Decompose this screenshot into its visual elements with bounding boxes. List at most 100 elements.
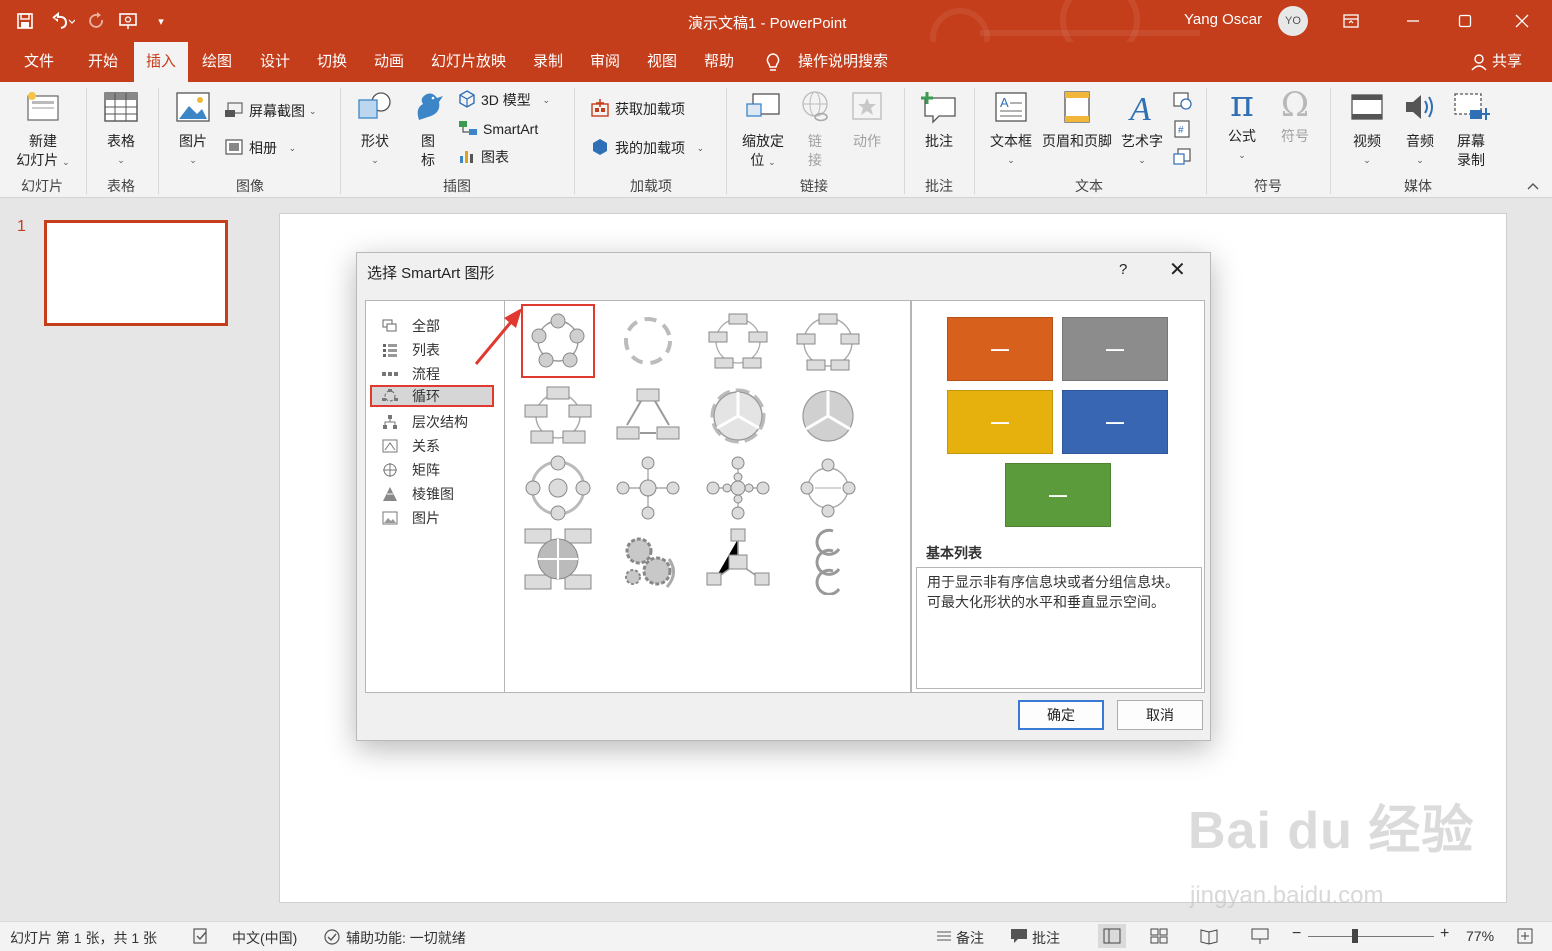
close-icon[interactable] [1494, 0, 1550, 42]
new-slide-button[interactable]: 新建 幻灯片 ⌄ [12, 90, 74, 172]
new-comment-button[interactable]: 批注 [914, 90, 964, 151]
minimize-icon[interactable] [1385, 0, 1441, 42]
tell-me-search[interactable]: 操作说明搜索 [786, 42, 900, 82]
my-addins-button[interactable]: 我的加载项 ⌄ [590, 137, 704, 159]
textbox-button[interactable]: A 文本框 ⌄ [984, 90, 1038, 170]
tab-slideshow[interactable]: 幻灯片放映 [419, 42, 518, 82]
zoom-slider[interactable] [1308, 936, 1434, 937]
album-button[interactable]: 相册 ⌄ [224, 137, 296, 159]
window-title: 演示文稿1 - PowerPoint [688, 15, 847, 32]
normal-view-icon[interactable] [1098, 924, 1126, 948]
ok-button[interactable]: 确定 [1018, 700, 1104, 730]
3d-models-button[interactable]: 3D 模型 ⌄ [458, 89, 550, 111]
zoom-level[interactable]: 77% [1466, 928, 1494, 944]
category-process[interactable]: 流程 [382, 363, 440, 385]
equation-button[interactable]: π 公式 ⌄ [1218, 86, 1266, 165]
screen-recording-button[interactable]: 屏幕 录制 [1448, 90, 1494, 170]
audio-button[interactable]: 音频 ⌄ [1396, 90, 1444, 170]
symbol-button[interactable]: Ω 符号 [1272, 86, 1318, 146]
slide-number-icon[interactable]: # [1172, 119, 1192, 142]
layout-radial-venn[interactable] [523, 453, 597, 527]
category-relationship[interactable]: 关系 [382, 435, 440, 457]
share-button[interactable]: 共享 [1492, 42, 1522, 82]
get-addins-button[interactable]: 获取加载项 [590, 98, 685, 120]
chart-button[interactable]: 图表 [458, 146, 509, 168]
pictures-button[interactable]: 图片 ⌄ [170, 90, 216, 170]
zoom-button[interactable]: 缩放定 位 ⌄ [736, 90, 790, 172]
category-list-type[interactable]: 列表 [382, 339, 440, 361]
tab-animations[interactable]: 动画 [362, 42, 416, 82]
layout-segmented-cycle[interactable] [793, 306, 867, 380]
layout-continuous-cycle[interactable] [613, 381, 687, 455]
cancel-button[interactable]: 取消 [1117, 700, 1203, 730]
tab-view[interactable]: 视图 [635, 42, 689, 82]
smartart-button[interactable]: SmartArt [458, 118, 538, 140]
redo-icon[interactable] [82, 0, 112, 42]
action-button[interactable]: 动作 [844, 90, 890, 151]
layout-nondirectional-cycle[interactable] [523, 381, 597, 455]
date-time-icon[interactable] [1172, 90, 1192, 113]
category-picture[interactable]: 图片 [382, 507, 440, 529]
slide-sorter-icon[interactable] [1150, 927, 1168, 948]
header-footer-button[interactable]: 页眉和页脚 [1038, 90, 1116, 151]
tab-file[interactable]: 文件 [12, 42, 66, 82]
3d-models-label: 3D 模型 [481, 92, 531, 108]
comments-button[interactable]: 批注 [1032, 928, 1060, 948]
category-all[interactable]: 全部 [382, 315, 440, 337]
fit-to-window-icon[interactable] [1516, 927, 1534, 948]
spellcheck-icon[interactable] [192, 927, 210, 948]
notes-button[interactable]: 备注 [956, 928, 984, 948]
layout-multidirectional-cycle[interactable] [793, 453, 867, 527]
zoom-out-icon[interactable]: − [1292, 925, 1301, 943]
layout-radial-list[interactable] [703, 453, 777, 527]
save-icon[interactable] [10, 0, 40, 42]
screenshot-button[interactable]: 屏幕截图 ⌄ [224, 100, 316, 122]
accessibility-status[interactable]: 辅助功能: 一切就绪 [346, 928, 466, 948]
zoom-in-icon[interactable]: + [1440, 925, 1449, 943]
language-status[interactable]: 中文(中国) [232, 928, 297, 948]
icons-button[interactable]: 图 标 [408, 90, 448, 170]
tab-insert[interactable]: 插入 [134, 42, 189, 82]
layout-basic-cycle[interactable] [521, 304, 595, 378]
customize-qat-icon[interactable]: ▾ [146, 0, 176, 42]
layout-circle-arrow-process[interactable] [793, 525, 867, 599]
tab-review[interactable]: 审阅 [578, 42, 632, 82]
slideshow-icon[interactable] [114, 0, 144, 42]
tab-home[interactable]: 开始 [76, 42, 130, 82]
category-pyramid[interactable]: 棱锥图 [382, 483, 454, 505]
layout-radial-cycle[interactable] [793, 381, 867, 455]
zoom-slider-thumb[interactable] [1352, 929, 1358, 943]
tab-help[interactable]: 帮助 [692, 42, 746, 82]
tab-draw[interactable]: 绘图 [190, 42, 244, 82]
ribbon-display-options-icon[interactable] [1323, 0, 1379, 42]
layout-gear[interactable] [613, 525, 687, 599]
category-matrix[interactable]: 矩阵 [382, 459, 440, 481]
slideshow-view-icon[interactable] [1250, 927, 1270, 948]
layout-text-cycle[interactable] [613, 306, 687, 380]
undo-icon[interactable] [44, 0, 80, 42]
layout-block-cycle[interactable] [703, 306, 777, 380]
help-button[interactable]: ? [1119, 261, 1127, 278]
layout-converging-radial[interactable] [703, 525, 777, 599]
tab-design[interactable]: 设计 [248, 42, 302, 82]
user-name[interactable]: Yang Oscar [1184, 11, 1262, 28]
tab-record[interactable]: 录制 [521, 42, 575, 82]
maximize-icon[interactable] [1437, 0, 1493, 42]
shapes-button[interactable]: 形状 ⌄ [352, 90, 398, 170]
table-button[interactable]: 表格 ⌄ [98, 90, 144, 170]
video-button[interactable]: 视频 ⌄ [1342, 90, 1392, 170]
dialog-close-icon[interactable]: ✕ [1169, 257, 1186, 282]
link-button[interactable]: 链 接 [796, 90, 834, 170]
avatar[interactable]: YO [1278, 6, 1308, 36]
object-icon[interactable] [1172, 147, 1192, 170]
layout-cycle-matrix-boxes[interactable] [523, 525, 597, 599]
category-cycle[interactable]: 循环 [370, 385, 494, 407]
category-hierarchy[interactable]: 层次结构 [382, 411, 468, 433]
slide-thumbnail[interactable] [44, 220, 228, 326]
tab-transitions[interactable]: 切换 [305, 42, 359, 82]
reading-view-icon[interactable] [1200, 927, 1218, 948]
layout-diverging-radial[interactable] [613, 453, 687, 527]
layout-cycle-matrix[interactable] [703, 381, 777, 455]
collapse-ribbon-icon[interactable] [1526, 178, 1540, 194]
wordart-button[interactable]: A 艺术字 ⌄ [1118, 90, 1166, 170]
